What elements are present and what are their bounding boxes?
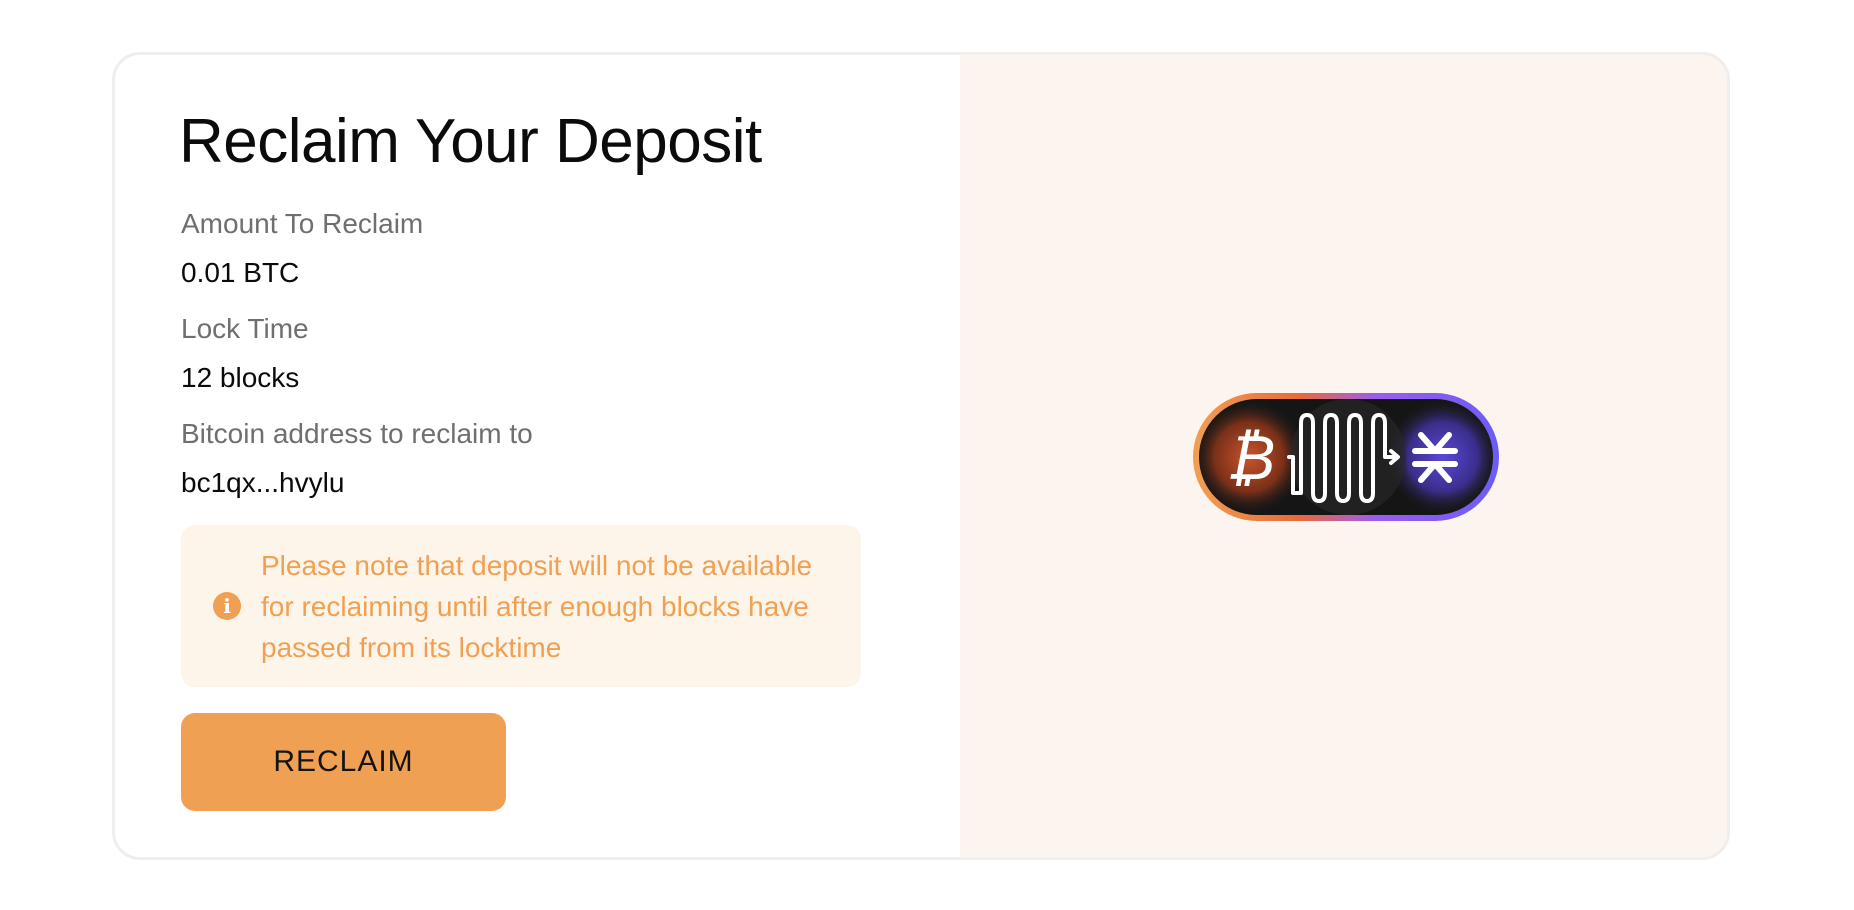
bridge-logo-icon: ₿: [1193, 393, 1499, 521]
lock-time-label: Lock Time: [181, 313, 309, 344]
notice-text: Please note that deposit will not be ava…: [261, 549, 813, 663]
btc-to-stacks-logo: ₿: [1193, 393, 1499, 521]
reclaim-form-panel: Reclaim Your Deposit Amount To Reclaim 0…: [115, 55, 960, 857]
reclaim-card: Reclaim Your Deposit Amount To Reclaim 0…: [112, 52, 1730, 860]
address-value: bc1qx...hvylu: [181, 467, 345, 498]
illustration-panel: ₿: [960, 55, 1727, 857]
locktime-notice: i Please note that deposit will not be a…: [181, 525, 861, 687]
address-label: Bitcoin address to reclaim to: [181, 418, 533, 449]
reclaim-button[interactable]: RECLAIM: [181, 713, 506, 811]
bitcoin-icon: ₿: [1227, 421, 1276, 494]
page-title: Reclaim Your Deposit: [179, 107, 762, 176]
lock-time-value: 12 blocks: [181, 362, 300, 393]
info-icon: i: [213, 592, 241, 620]
amount-label: Amount To Reclaim: [181, 208, 424, 239]
amount-value: 0.01 BTC: [181, 257, 300, 288]
